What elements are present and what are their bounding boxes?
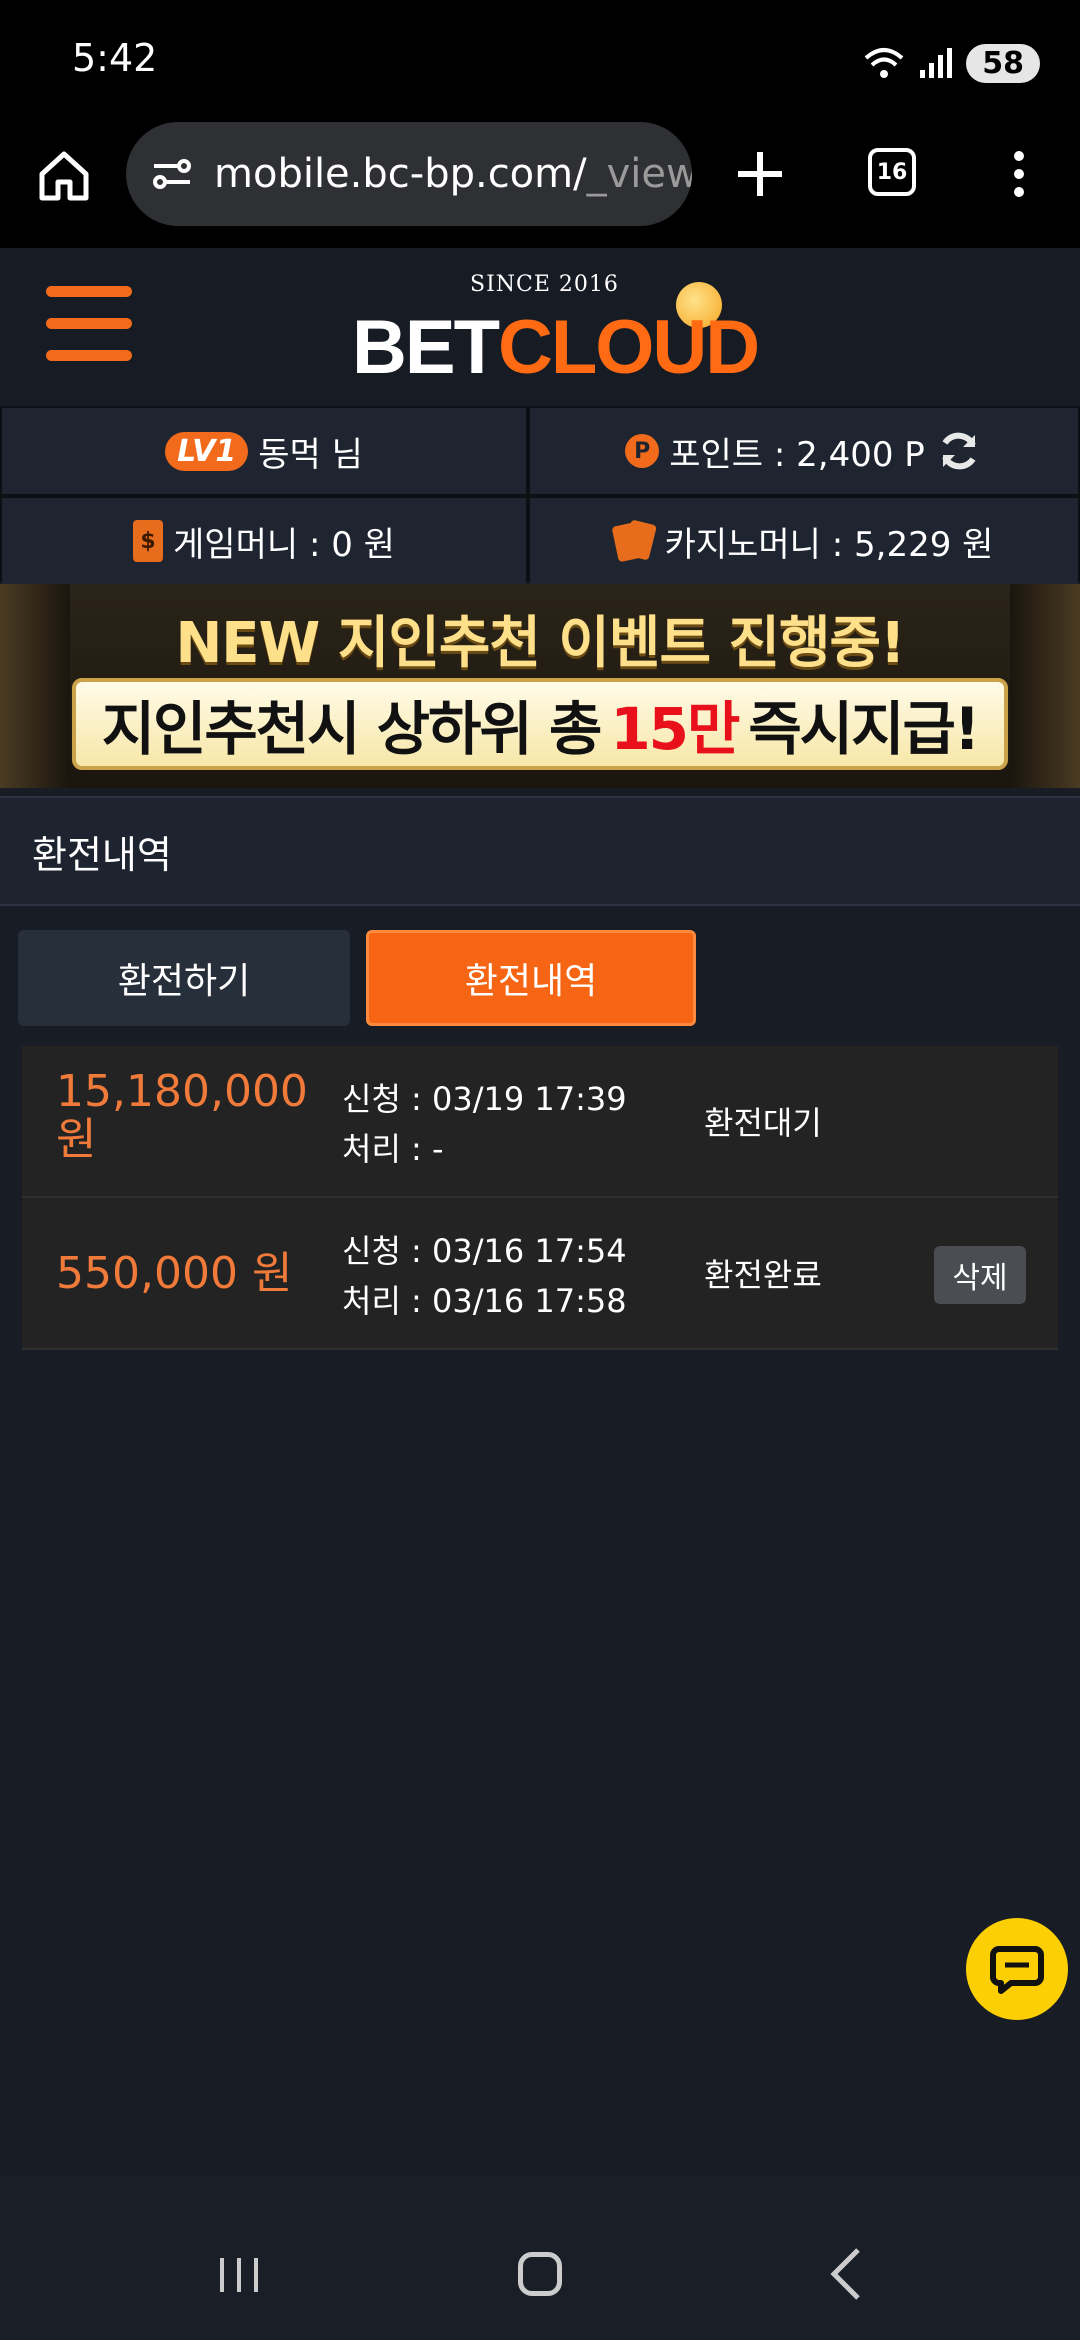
logo-wordmark: BETCLOUD (352, 304, 760, 391)
user-name: 동먹 님 (258, 434, 363, 475)
amount: 15,180,000 원 (56, 1066, 308, 1165)
game-money-value: 게임머니 : 0 원 (173, 524, 395, 565)
status-bar: 5:42 58 (0, 0, 1080, 120)
casino-cards-icon (611, 519, 657, 563)
account-info-grid: LV1 동먹 님 P 포인트 : 2,400 P $ 게임머니 : 0 원 카지… (0, 406, 1080, 584)
logo-bet: BET (352, 305, 500, 390)
casino-money-value: 카지노머니 : 5,229 원 (664, 524, 994, 565)
banner-headline: NEW 지인추천 이벤트 진행중! (175, 611, 905, 676)
tab-switcher-button[interactable]: 16 (868, 148, 916, 196)
chat-button[interactable] (966, 1918, 1068, 2020)
amount: 550,000 원 (56, 1248, 293, 1299)
status-icons: 58 (864, 38, 1040, 88)
timestamps: 신청 : 03/16 17:54 처리 : 03/16 17:58 (342, 1226, 627, 1326)
home-icon[interactable] (34, 146, 94, 206)
user-level-cell: LV1 동먹 님 (2, 408, 526, 494)
back-icon[interactable] (826, 2246, 866, 2302)
refresh-icon[interactable] (935, 427, 983, 475)
plus-icon[interactable] (730, 144, 790, 204)
points-cell: P 포인트 : 2,400 P (530, 408, 1078, 494)
list-item: 550,000 원 신청 : 03/16 17:54 처리 : 03/16 17… (22, 1198, 1058, 1350)
delete-button[interactable]: 삭제 (934, 1246, 1026, 1304)
tab-exchange[interactable]: 환전하기 (18, 930, 350, 1026)
site-header: SINCE 2016 BETCLOUD (0, 248, 1080, 406)
banner-strip-highlight: 15만 (610, 695, 740, 763)
casino-money-cell: 카지노머니 : 5,229 원 (530, 498, 1078, 584)
timestamps: 신청 : 03/19 17:39 처리 : - (342, 1074, 627, 1174)
processed-time: 처리 : 03/16 17:58 (342, 1282, 627, 1320)
address-bar[interactable]: mobile.bc-bp.com/_view (126, 122, 692, 226)
menu-button[interactable] (46, 286, 132, 366)
site-logo[interactable]: SINCE 2016 BETCLOUD (352, 270, 760, 390)
requested-time: 신청 : 03/16 17:54 (342, 1232, 627, 1270)
url-domain: mobile.bc-bp.com/ (214, 151, 587, 197)
system-nav-bar (0, 2176, 1080, 2340)
list-item: 15,180,000 원 신청 : 03/19 17:39 처리 : - 환전대… (22, 1046, 1058, 1198)
status-time: 5:42 (72, 36, 158, 80)
point-coin-icon: P (625, 434, 660, 468)
browser-toolbar: mobile.bc-bp.com/_view 16 (0, 120, 1080, 248)
home-nav-icon[interactable] (518, 2252, 562, 2296)
level-badge: LV1 (165, 431, 249, 471)
logo-since: SINCE 2016 (470, 272, 619, 297)
chat-bubble-icon (990, 1946, 1044, 1994)
banner-strip: 지인추천시 상하위 총 15만 즉시지급! (72, 678, 1008, 770)
recent-apps-icon[interactable] (218, 2256, 260, 2294)
game-money-cell: $ 게임머니 : 0 원 (2, 498, 526, 584)
game-money-icon: $ (133, 520, 164, 562)
status-label: 환전완료 (704, 1256, 822, 1294)
page-title: 환전내역 (0, 796, 1080, 906)
banner-strip-pre: 지인추천시 상하위 총 (101, 695, 603, 763)
banner-strip-post: 즉시지급! (748, 695, 980, 763)
status-label: 환전대기 (704, 1104, 822, 1142)
signal-icon (920, 48, 953, 78)
exchange-history-list: 15,180,000 원 신청 : 03/19 17:39 처리 : - 환전대… (22, 1046, 1058, 1350)
more-vert-icon[interactable] (1004, 144, 1034, 204)
site-settings-icon[interactable] (150, 152, 194, 196)
requested-time: 신청 : 03/19 17:39 (342, 1080, 627, 1118)
processed-time: 처리 : - (342, 1130, 444, 1168)
url-path: _view (586, 151, 692, 197)
tab-exchange-history[interactable]: 환전내역 (366, 930, 696, 1026)
points-value: 포인트 : 2,400 P (669, 434, 925, 475)
event-banner[interactable]: NEW 지인추천 이벤트 진행중! 지인추천시 상하위 총 15만 즉시지급! (0, 584, 1080, 788)
wifi-icon (864, 48, 904, 78)
logo-cloud: CLOUD (498, 305, 760, 390)
battery-indicator: 58 (966, 43, 1040, 83)
url-text: mobile.bc-bp.com/_view (214, 151, 692, 197)
